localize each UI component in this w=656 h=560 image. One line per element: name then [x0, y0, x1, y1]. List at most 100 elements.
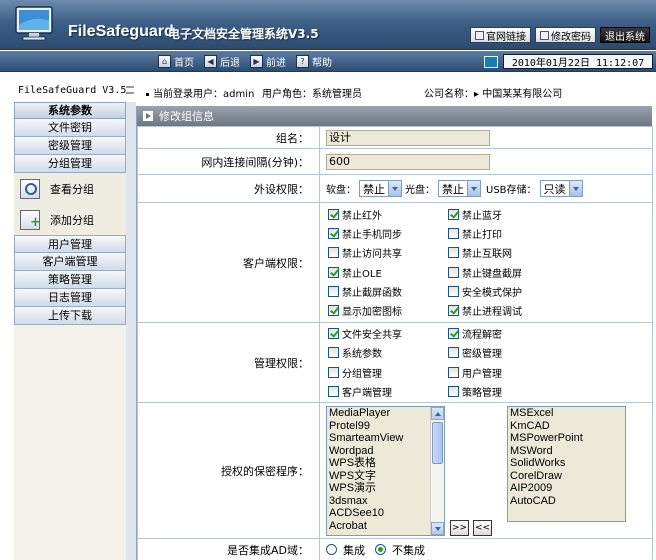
manage-perm-grid: 文件安全共享 流程解密 系统参数 密级管理 分组管理 用户管理 客户端管理 策略…: [328, 324, 652, 401]
list-item[interactable]: Acrobat: [327, 520, 444, 533]
list-item[interactable]: ACDSee10: [327, 507, 444, 520]
monitor-logo-icon: [15, 6, 53, 41]
client-perm-checkbox[interactable]: 禁止访问共享: [328, 243, 448, 262]
list-item[interactable]: CorelDraw: [508, 470, 625, 483]
sidebar-item-security-level[interactable]: 密级管理: [14, 137, 126, 155]
home-icon: ⌂: [158, 55, 171, 68]
brand-name: FileSafeguard: [68, 23, 174, 40]
add-program-button[interactable]: >>: [450, 520, 469, 536]
ad-no-integrate-radio[interactable]: 不集成: [375, 542, 425, 558]
authorized-programs-list[interactable]: MSExcel KmCAD MSPowerPoint MSWord SolidW…: [507, 406, 626, 522]
checkbox-icon: [328, 266, 339, 278]
sidebar-subitem-view-group[interactable]: 查看分组: [14, 173, 126, 204]
manage-perm-label: 管理权限：: [137, 322, 320, 403]
client-perm-checkbox[interactable]: 禁止手机同步: [328, 224, 448, 243]
change-password-button[interactable]: 修改密码: [535, 27, 596, 43]
floppy-select[interactable]: 禁止: [359, 180, 402, 197]
list-item[interactable]: 3dsmax: [327, 495, 444, 508]
list-item[interactable]: Protel99: [327, 420, 444, 433]
ad-integrate-radio[interactable]: 集成: [326, 542, 365, 558]
list-item[interactable]: AIP2009: [508, 482, 625, 495]
website-link-label: 官网链接: [486, 31, 526, 43]
client-perm-checkbox[interactable]: 显示加密图标: [328, 301, 448, 320]
available-programs-list[interactable]: MediaPlayer Protel99 SmarteamView Wordpa…: [326, 406, 445, 536]
list-item[interactable]: WPS表格: [327, 457, 444, 470]
scroll-thumb[interactable]: [432, 422, 443, 464]
manage-perm-checkbox[interactable]: 分组管理: [328, 363, 448, 382]
manage-perm-text: 流程解密: [462, 330, 502, 342]
sidebar-item-group-manage[interactable]: 分组管理: [14, 155, 126, 173]
remove-program-button[interactable]: <<: [473, 520, 492, 536]
manage-perm-checkbox[interactable]: 密级管理: [448, 343, 568, 362]
list-item[interactable]: MSExcel: [508, 407, 625, 420]
client-perm-checkbox[interactable]: 禁止蓝牙: [448, 205, 568, 224]
list-item[interactable]: SolidWorks: [508, 457, 625, 470]
manage-perm-checkbox[interactable]: 文件安全共享: [328, 324, 448, 343]
client-perm-checkbox[interactable]: 安全模式保护: [448, 282, 568, 301]
usb-select[interactable]: 只读: [539, 180, 583, 197]
radio-icon: [375, 544, 386, 555]
monitor-icon: [484, 55, 498, 68]
list-item[interactable]: WPS演示: [327, 482, 444, 495]
sidebar-item-log-manage[interactable]: 日志管理: [14, 289, 126, 307]
client-perm-text: 禁止打印: [462, 230, 502, 242]
sidebar-item-user-manage[interactable]: 用户管理: [14, 235, 126, 253]
sidebar-header-system-params[interactable]: 系统参数: [14, 102, 126, 119]
nav-back[interactable]: ◀ 后退: [204, 54, 240, 69]
list-item[interactable]: MediaPlayer: [327, 407, 444, 420]
checkbox-icon: [448, 328, 459, 340]
list-item[interactable]: SmarteamView: [327, 432, 444, 445]
nav-home[interactable]: ⌂ 首页: [158, 54, 194, 69]
website-link-button[interactable]: 官网链接: [470, 27, 531, 43]
checkbox-icon: [328, 285, 339, 297]
scroll-up-icon[interactable]: [431, 407, 444, 420]
scroll-down-icon[interactable]: [431, 522, 444, 535]
interval-input[interactable]: 600: [326, 153, 490, 170]
manage-perm-checkbox[interactable]: 客户端管理: [328, 382, 448, 401]
manage-perm-checkbox[interactable]: 策略管理: [448, 382, 568, 401]
client-perm-checkbox[interactable]: 禁止键盘截屏: [448, 263, 568, 282]
group-name-input[interactable]: 设计: [326, 129, 490, 146]
nav-forward[interactable]: ▶ 前进: [250, 54, 286, 69]
list-item[interactable]: Wordpad: [327, 445, 444, 458]
checkbox-icon: [448, 247, 459, 259]
list-item[interactable]: MSPowerPoint: [508, 432, 625, 445]
list-item[interactable]: MSWord: [508, 445, 625, 458]
sidebar-item-policy-manage[interactable]: 策略管理: [14, 271, 126, 289]
nav-help[interactable]: ? 帮助: [296, 54, 332, 69]
client-perm-checkbox[interactable]: 禁止进程调试: [448, 301, 568, 320]
manage-perm-checkbox[interactable]: 用户管理: [448, 363, 568, 382]
manage-perm-checkbox[interactable]: 系统参数: [328, 343, 448, 362]
sidebar-item-file-key[interactable]: 文件密钥: [14, 119, 126, 137]
panel-title: 修改组信息: [159, 110, 214, 123]
list-item[interactable]: WPS文字: [327, 470, 444, 483]
manage-perm-checkbox[interactable]: 流程解密: [448, 324, 568, 343]
cdrom-value: 禁止: [442, 182, 464, 196]
client-perm-checkbox[interactable]: 禁止OLE: [328, 263, 448, 282]
list-item[interactable]: KmCAD: [508, 420, 625, 433]
client-perm-checkbox[interactable]: 禁止截屏函数: [328, 282, 448, 301]
change-password-label: 修改密码: [551, 31, 591, 43]
list-item[interactable]: AutoCAD: [508, 495, 625, 508]
client-perm-checkbox[interactable]: 禁止红外: [328, 205, 448, 224]
key-icon: [540, 30, 549, 40]
client-perm-text: 禁止手机同步: [342, 230, 402, 242]
list-scrollbar[interactable]: [430, 407, 444, 535]
cdrom-select[interactable]: 禁止: [438, 180, 481, 197]
ad-no-integrate-text: 不集成: [392, 543, 425, 557]
checkbox-icon: [328, 247, 339, 259]
checkbox-icon: [448, 266, 459, 278]
sidebar-subitem-add-group[interactable]: 添加分组: [14, 204, 126, 235]
ad-domain-options: 集成 不集成: [326, 542, 652, 558]
login-user-text: 当前登录用户：admin: [153, 89, 255, 100]
sidebar-item-client-manage[interactable]: 客户端管理: [14, 253, 126, 271]
system-version: FileSafeGuard V3.5: [18, 85, 127, 96]
client-perm-text: 禁止键盘截屏: [462, 268, 522, 280]
client-perm-checkbox[interactable]: 禁止打印: [448, 224, 568, 243]
checkbox-icon: [448, 366, 459, 378]
client-perm-text: 禁止红外: [342, 210, 382, 222]
client-perm-checkbox[interactable]: 禁止互联网: [448, 243, 568, 262]
top-links: 官网链接 修改密码 退出系统: [470, 27, 650, 43]
sidebar-item-upload-download[interactable]: 上传下载: [14, 307, 126, 325]
logout-button[interactable]: 退出系统: [600, 27, 650, 43]
